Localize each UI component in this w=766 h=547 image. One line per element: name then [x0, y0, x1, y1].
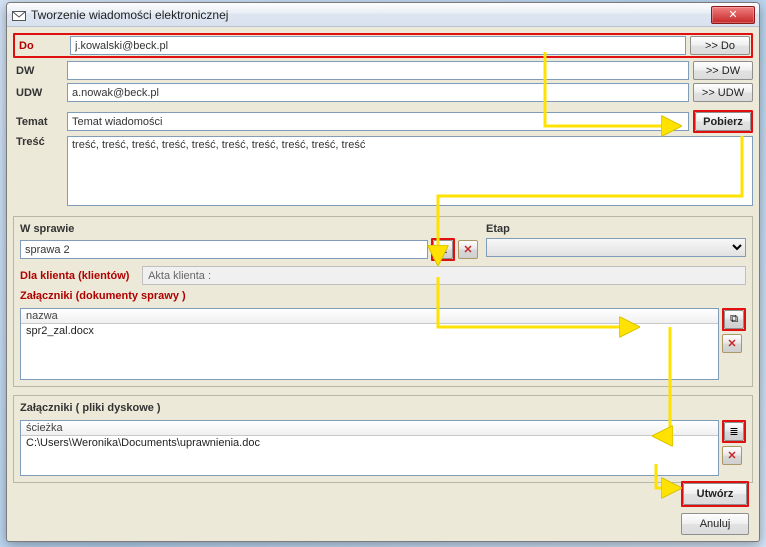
to-picker-button[interactable]: >> Do — [690, 36, 750, 55]
window-title: Tworzenie wiadomości elektronicznej — [31, 8, 711, 22]
copy-icon: ⧉ — [730, 313, 738, 326]
app-icon — [11, 8, 27, 22]
case-panel: W sprawie ... ✕ Etap — [13, 216, 753, 387]
body-textarea[interactable] — [67, 136, 753, 206]
disk-attachments-label: Załączniki ( pliki dyskowe ) — [20, 402, 746, 414]
create-button[interactable]: Utwórz — [683, 483, 747, 505]
disk-att-item[interactable]: C:\Users\Weronika\Documents\uprawnienia.… — [21, 436, 718, 450]
disk-att-add-button[interactable]: ≣ — [724, 422, 744, 441]
case-section-label: W sprawie — [20, 223, 478, 235]
cc-input[interactable] — [67, 61, 689, 80]
window-close-button[interactable]: ✕ — [711, 6, 755, 24]
delete-icon: ✕ — [727, 337, 736, 350]
disk-att-remove-button[interactable]: ✕ — [722, 446, 742, 465]
disk-panel: Załączniki ( pliki dyskowe ) ścieżka C:\… — [13, 395, 753, 483]
cc-picker-button[interactable]: >> DW — [693, 61, 753, 80]
case-clear-button[interactable]: ✕ — [458, 240, 478, 259]
to-input[interactable] — [70, 36, 686, 55]
fetch-button[interactable]: Pobierz — [695, 112, 751, 131]
cc-label: DW — [13, 65, 63, 77]
bcc-label: UDW — [13, 87, 63, 99]
close-icon: ✕ — [728, 8, 737, 21]
bcc-input[interactable] — [67, 83, 689, 102]
body-label: Treść — [13, 136, 63, 206]
stack-icon: ≣ — [729, 425, 738, 438]
disk-attachments-list[interactable]: ścieżka C:\Users\Weronika\Documents\upra… — [20, 420, 719, 476]
stage-dropdown[interactable] — [486, 238, 746, 257]
case-attachments-label: Załączniki (dokumenty sprawy ) — [20, 290, 746, 302]
subject-input[interactable] — [67, 112, 689, 131]
to-row-highlight: Do >> Do — [13, 33, 753, 58]
case-att-item[interactable]: spr2_zal.docx — [21, 324, 718, 338]
case-att-add-button[interactable]: ⧉ — [724, 310, 744, 329]
disk-att-header: ścieżka — [21, 421, 718, 436]
delete-icon: ✕ — [463, 243, 472, 256]
case-att-remove-button[interactable]: ✕ — [722, 334, 742, 353]
titlebar: Tworzenie wiadomości elektronicznej ✕ — [7, 3, 759, 27]
case-att-header: nazwa — [21, 309, 718, 324]
subject-label: Temat — [13, 116, 63, 128]
client-readonly-field — [142, 266, 746, 285]
to-label: Do — [16, 40, 66, 52]
dialog-window: Tworzenie wiadomości elektronicznej ✕ Do… — [6, 2, 760, 542]
delete-icon: ✕ — [727, 449, 736, 462]
dialog-content: Do >> Do DW >> DW — [7, 27, 759, 541]
cancel-button[interactable]: Anuluj — [681, 513, 749, 535]
case-browse-button[interactable]: ... — [433, 240, 453, 259]
stage-label: Etap — [486, 223, 746, 235]
for-client-label: Dla klienta (klientów) — [20, 270, 136, 282]
case-attachments-list[interactable]: nazwa spr2_zal.docx — [20, 308, 719, 380]
case-input[interactable] — [20, 240, 428, 259]
bcc-picker-button[interactable]: >> UDW — [693, 83, 753, 102]
recipients-block: Do >> Do DW >> DW — [13, 33, 753, 102]
